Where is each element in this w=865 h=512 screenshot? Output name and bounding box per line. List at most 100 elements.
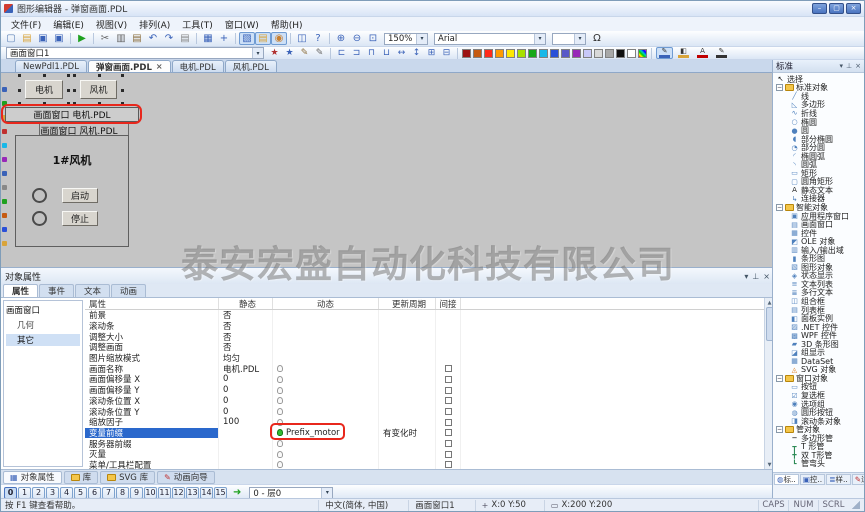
- layer-button-14[interactable]: 14: [200, 487, 213, 499]
- chevron-down-icon[interactable]: ▾: [321, 488, 332, 498]
- property-static-13[interactable]: [219, 449, 273, 460]
- document-tab-3[interactable]: 风机.PDL: [225, 60, 277, 72]
- property-static-7[interactable]: 0: [219, 385, 273, 396]
- property-dynamic-6[interactable]: [273, 374, 379, 385]
- property-dynamic-3[interactable]: [273, 342, 379, 353]
- scroll-down-icon[interactable]: ▼: [768, 460, 772, 469]
- property-static-8[interactable]: 0: [219, 396, 273, 407]
- document-tab-1[interactable]: 弹窗画面.PDL×: [88, 60, 171, 72]
- pin-icon[interactable]: ⊥: [846, 62, 852, 70]
- resize-grip[interactable]: [852, 501, 860, 509]
- palette-icon-10[interactable]: [2, 227, 7, 232]
- selection-handle[interactable]: [121, 89, 124, 92]
- property-row-1[interactable]: 滚动条否: [85, 321, 764, 332]
- property-row-4[interactable]: 图片缩放模式均匀: [85, 353, 764, 364]
- bulb-icon[interactable]: [277, 376, 283, 383]
- property-dynamic-13[interactable]: [273, 449, 379, 460]
- layer-button-15[interactable]: 15: [214, 487, 227, 499]
- properties-tab-3[interactable]: 动画: [111, 284, 146, 297]
- format-brush-button[interactable]: ✎: [713, 47, 730, 59]
- gallery-icon[interactable]: ◉: [271, 32, 287, 45]
- selection-handle[interactable]: [73, 74, 76, 77]
- property-indirect-6[interactable]: [436, 374, 461, 385]
- property-indirect-3[interactable]: [436, 342, 461, 353]
- checkbox-icon[interactable]: [445, 440, 452, 447]
- color-swatch[interactable]: [506, 49, 515, 58]
- close-button[interactable]: ×: [846, 3, 861, 14]
- menu-item-3[interactable]: 排列(A): [133, 17, 176, 32]
- selection-handle[interactable]: [43, 74, 46, 77]
- menu-item-0[interactable]: 文件(F): [5, 17, 47, 32]
- align-right-icon[interactable]: ⊐: [349, 47, 364, 60]
- canvas-fan-button[interactable]: 风机: [80, 80, 117, 99]
- color-swatch[interactable]: [638, 49, 647, 58]
- checkbox-icon[interactable]: [445, 429, 452, 436]
- property-row-10[interactable]: 缩放因子100: [85, 417, 764, 428]
- property-indirect-14[interactable]: [436, 460, 461, 469]
- chevron-down-icon[interactable]: ▾: [744, 272, 748, 281]
- checkbox-icon[interactable]: [445, 419, 452, 426]
- active-window-combo[interactable]: 画面窗口1▾: [6, 47, 264, 59]
- property-indirect-10[interactable]: [436, 417, 461, 428]
- pin-icon[interactable]: ⊥: [752, 272, 759, 281]
- library-icon[interactable]: ▤: [255, 32, 271, 45]
- snap-icon[interactable]: +: [216, 32, 232, 45]
- properties-tab-0[interactable]: 属性: [3, 284, 38, 297]
- color-swatch[interactable]: [528, 49, 537, 58]
- bottom-tab-2[interactable]: SVG 库: [100, 471, 155, 484]
- checkbox-icon[interactable]: [445, 376, 452, 383]
- grid-icon[interactable]: ▦: [200, 32, 216, 45]
- align-top-icon[interactable]: ⊓: [364, 47, 379, 60]
- property-static-0[interactable]: 否: [219, 310, 273, 321]
- property-indirect-11[interactable]: [436, 428, 461, 439]
- palette-icon-8[interactable]: [2, 199, 7, 204]
- checkbox-icon[interactable]: [445, 365, 452, 372]
- collapse-icon[interactable]: −: [776, 84, 783, 91]
- property-static-5[interactable]: 电机.PDL: [219, 363, 273, 374]
- color-swatch[interactable]: [583, 49, 592, 58]
- property-indirect-0[interactable]: [436, 310, 461, 321]
- property-static-4[interactable]: 均匀: [219, 353, 273, 364]
- layer-combo[interactable]: 0 - 层0 ▾: [249, 487, 333, 499]
- palette-icon-0[interactable]: [2, 87, 7, 92]
- property-dynamic-7[interactable]: [273, 385, 379, 396]
- layer-button-8[interactable]: 8: [116, 487, 129, 499]
- layer-button-7[interactable]: 7: [102, 487, 115, 499]
- property-row-14[interactable]: 菜单/工具栏配置: [85, 460, 764, 469]
- library-item-3[interactable]: ◺多边形: [776, 101, 864, 110]
- export-icon[interactable]: ◫: [294, 32, 310, 45]
- property-row-12[interactable]: 服务器前缀: [85, 438, 764, 449]
- bottom-tab-3[interactable]: ✎动画向导: [157, 471, 215, 484]
- color-swatch[interactable]: [561, 49, 570, 58]
- fill-color-button[interactable]: ◧: [675, 47, 692, 59]
- canvas-motor-button[interactable]: 电机: [25, 80, 63, 99]
- library-item-5[interactable]: ○椭圆: [776, 118, 864, 127]
- bulb-icon[interactable]: [277, 365, 283, 372]
- bulb-icon[interactable]: [277, 387, 283, 394]
- layer-button-9[interactable]: 9: [130, 487, 143, 499]
- palette-icon-6[interactable]: [2, 171, 7, 176]
- library-item-9[interactable]: ◜椭圆弧: [776, 152, 864, 161]
- dynamic-wizard-icon[interactable]: ★: [267, 47, 282, 60]
- close-panel-icon[interactable]: ×: [763, 272, 770, 281]
- save-all-icon[interactable]: ▣: [51, 32, 67, 45]
- font-family-combo[interactable]: Arial▾: [434, 33, 546, 45]
- collapse-icon[interactable]: −: [776, 204, 783, 211]
- stop-button[interactable]: 停止: [62, 211, 98, 226]
- layer-button-1[interactable]: 1: [18, 487, 31, 499]
- property-static-11[interactable]: [219, 428, 273, 439]
- property-dynamic-0[interactable]: [273, 310, 379, 321]
- property-static-9[interactable]: 0: [219, 406, 273, 417]
- menu-item-6[interactable]: 帮助(H): [265, 17, 309, 32]
- checkbox-icon[interactable]: [445, 461, 452, 468]
- dynamic-dialog-icon[interactable]: ★: [282, 47, 297, 60]
- open-folder-icon[interactable]: ▤: [19, 32, 35, 45]
- layer-button-4[interactable]: 4: [60, 487, 73, 499]
- property-indirect-8[interactable]: [436, 396, 461, 407]
- align-bottom-icon[interactable]: ⊔: [379, 47, 394, 60]
- collapse-icon[interactable]: −: [776, 426, 783, 433]
- bulb-icon[interactable]: [277, 461, 283, 468]
- library-tab-1[interactable]: ▣控..: [800, 474, 825, 485]
- library-group-1[interactable]: −标准对象: [776, 84, 864, 93]
- tree-root-picture-window[interactable]: 画面窗口: [6, 304, 80, 316]
